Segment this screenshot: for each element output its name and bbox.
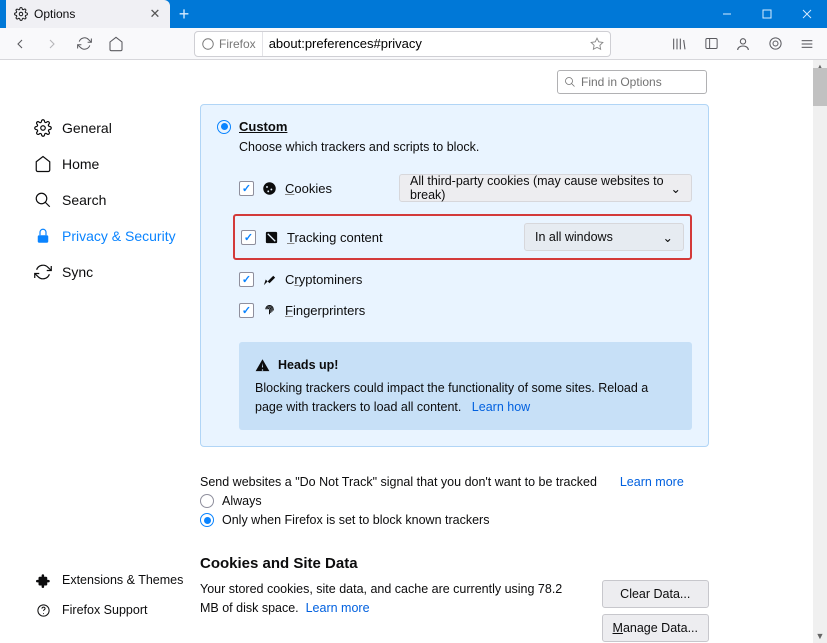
tab-title: Options [34,7,142,21]
chevron-down-icon: ⌄ [663,230,673,245]
csd-learn-link[interactable]: Learn more [306,601,370,615]
browser-tab[interactable]: Options ✕ [6,0,170,28]
back-button[interactable] [6,30,34,58]
radio-dnt-only[interactable] [200,513,214,527]
dnt-learn-link[interactable]: Learn more [620,475,684,489]
search-placeholder: Find in Options [581,75,662,89]
address-bar[interactable]: Firefox [194,31,611,57]
select-value: All third-party cookies (may cause websi… [410,174,671,202]
menu-button[interactable] [793,30,821,58]
custom-desc: Choose which trackers and scripts to blo… [239,140,692,154]
cookies-site-data-section: Cookies and Site Data Your stored cookie… [200,555,709,642]
bookmark-star-icon[interactable] [584,37,610,51]
nav-label: Privacy & Security [62,228,176,244]
tracking-icon [264,230,279,245]
dnt-section: Send websites a "Do Not Track" signal th… [200,475,709,527]
nav-label: Search [62,192,106,208]
nav-label: Firefox Support [62,603,147,617]
sidebar-icon[interactable] [697,30,725,58]
forward-button[interactable] [38,30,66,58]
help-icon [34,601,52,619]
cryptominer-icon [262,272,277,287]
nav-label: Extensions & Themes [62,573,183,587]
dnt-text: Send websites a "Do Not Track" signal th… [200,475,597,489]
chevron-down-icon: ⌄ [671,181,681,196]
warning-icon [255,358,270,373]
extension-icon[interactable] [761,30,789,58]
scroll-down-arrow[interactable]: ▼ [813,629,827,643]
dnt-always-label: Always [222,494,262,508]
search-icon [34,191,52,209]
warning-box: Heads up! Blocking trackers could impact… [239,342,692,430]
url-input[interactable] [263,36,584,51]
vertical-scrollbar[interactable]: ▲ ▼ [813,60,827,643]
nav-sync[interactable]: Sync [30,254,190,290]
learn-how-link[interactable]: Learn how [472,400,530,414]
window-controls [707,0,827,28]
minimize-button[interactable] [707,0,747,28]
options-search[interactable]: Find in Options [557,70,707,94]
search-icon [564,76,576,88]
nav-label: Home [62,156,99,172]
category-nav: General Home Search Privacy & Security S… [30,110,190,290]
titlebar: Options ✕ + [0,0,827,28]
csd-body-text: Your stored cookies, site data, and cach… [200,582,562,615]
close-window-button[interactable] [787,0,827,28]
main-panel: Custom Choose which trackers and scripts… [200,104,709,642]
custom-blocking-card: Custom Choose which trackers and scripts… [200,104,709,447]
lock-icon [34,227,52,245]
content-area: Find in Options General Home Search Priv… [0,60,827,643]
tracking-select[interactable]: In all windows ⌄ [524,223,684,251]
nav-home[interactable]: Home [30,146,190,182]
nav-label: Sync [62,264,93,280]
fingerprint-icon [262,303,277,318]
puzzle-icon [34,571,52,589]
warning-body: Blocking trackers could impact the funct… [255,381,648,414]
cookie-icon [262,181,277,196]
nav-label: General [62,120,112,136]
tab-close-icon[interactable]: ✕ [148,7,162,21]
csd-title: Cookies and Site Data [200,555,709,572]
new-tab-button[interactable]: + [170,0,198,28]
radio-dnt-always[interactable] [200,494,214,508]
library-icon[interactable] [665,30,693,58]
cookies-label: Cookies [285,181,332,196]
fingerprint-label: Fingerprinters [285,303,365,318]
identity-box[interactable]: Firefox [195,32,263,56]
sync-icon [34,263,52,281]
bottom-nav: Extensions & Themes Firefox Support [30,565,187,625]
gear-icon [14,7,28,21]
cookies-select[interactable]: All third-party cookies (may cause websi… [399,174,692,202]
checkbox-crypto[interactable] [239,272,254,287]
radio-custom[interactable] [217,120,231,134]
select-value: In all windows [535,230,613,244]
dnt-only-label: Only when Firefox is set to block known … [222,513,489,527]
checkbox-tracking[interactable] [241,230,256,245]
nav-extensions[interactable]: Extensions & Themes [30,565,187,595]
maximize-button[interactable] [747,0,787,28]
account-icon[interactable] [729,30,757,58]
nav-support[interactable]: Firefox Support [30,595,187,625]
tracking-label: Tracking content [287,230,383,245]
home-icon [34,155,52,173]
nav-search[interactable]: Search [30,182,190,218]
firefox-icon [201,37,215,51]
warning-title: Heads up! [278,356,338,375]
manage-data-button[interactable]: Manage Data... [602,614,709,642]
checkbox-fingerprint[interactable] [239,303,254,318]
nav-general[interactable]: General [30,110,190,146]
crypto-label: Cryptominers [285,272,362,287]
custom-title: Custom [239,119,287,134]
identity-label: Firefox [219,37,256,51]
scrollbar-thumb[interactable] [813,68,827,106]
home-button[interactable] [102,30,130,58]
toolbar: Firefox [0,28,827,60]
checkbox-cookies[interactable] [239,181,254,196]
reload-button[interactable] [70,30,98,58]
clear-data-button[interactable]: Clear Data... [602,580,709,608]
nav-privacy[interactable]: Privacy & Security [30,218,190,254]
gear-icon [34,119,52,137]
